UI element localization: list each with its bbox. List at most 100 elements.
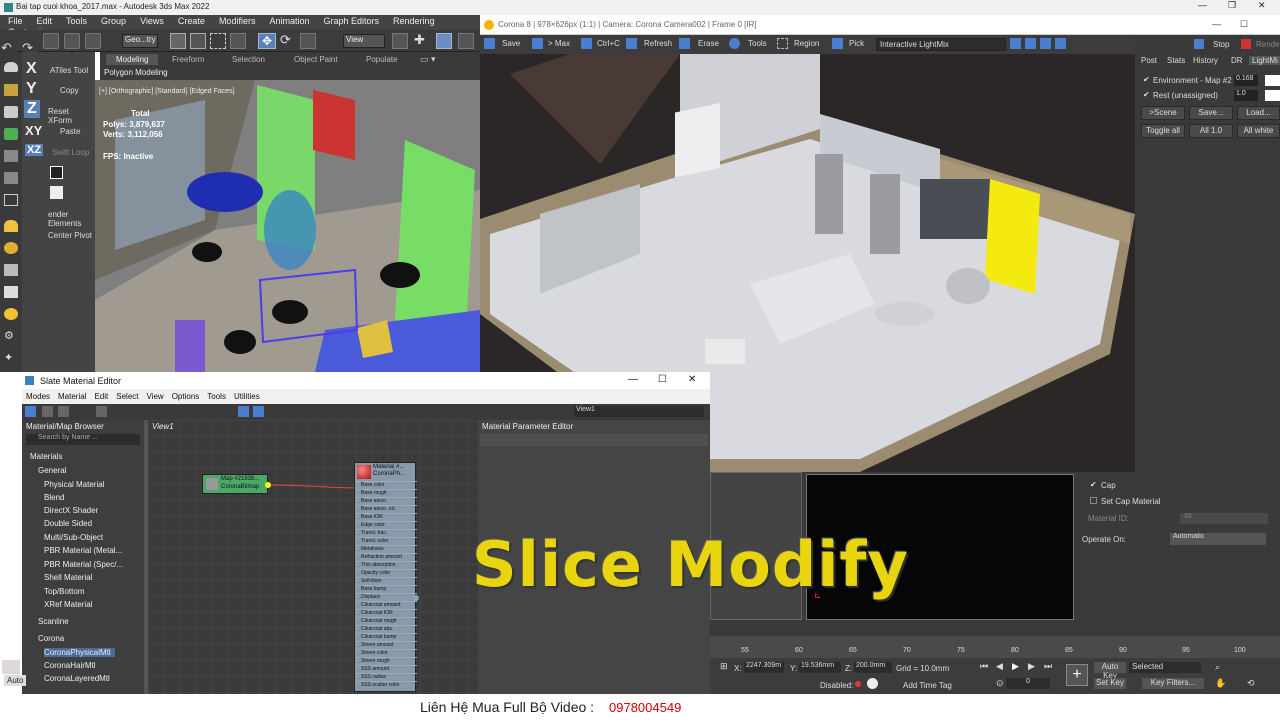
material-slot[interactable]: Sheen rough	[355, 657, 417, 665]
add-time-tag-label[interactable]: Add Time Tag	[903, 681, 952, 690]
slate-pick-icon[interactable]	[42, 406, 53, 417]
slate-menu-select[interactable]: Select	[112, 389, 142, 401]
list-item[interactable]: XRef Material	[44, 600, 92, 609]
pick-icon[interactable]	[832, 38, 843, 49]
zoom-1-1-icon[interactable]	[1055, 38, 1066, 49]
tab-post[interactable]: Post	[1141, 56, 1157, 65]
material-slot[interactable]: Clearcoat IOR	[355, 609, 417, 617]
material-output-socket[interactable]	[413, 595, 419, 601]
checkbox-square-icon[interactable]	[50, 166, 63, 179]
refresh-icon[interactable]	[626, 38, 637, 49]
set-cap-checkbox[interactable]	[1090, 497, 1097, 504]
vfb-refresh-button[interactable]: Refresh	[644, 39, 672, 48]
list-item[interactable]: Multi/Sub-Object	[44, 533, 103, 542]
menu-edit[interactable]: Edit	[29, 15, 59, 26]
vfb-tools-button[interactable]: Tools	[748, 39, 767, 48]
bitmap-output-socket[interactable]	[265, 482, 271, 488]
env-check-icon[interactable]: ✔	[1143, 75, 1150, 84]
camera-icon[interactable]	[4, 172, 18, 184]
material-slot[interactable]: Clearcoat rough	[355, 617, 417, 625]
menu-file[interactable]: File	[0, 15, 29, 26]
stop-icon[interactable]	[1194, 39, 1204, 49]
slate-menu-utilities[interactable]: Utilities	[230, 389, 264, 401]
bitmap-node[interactable]: Map #21838... CoronaBitmap	[202, 474, 271, 494]
selection-filter-dropdown[interactable]: Geo...try	[122, 34, 158, 48]
material-slot[interactable]: SSS scatter color	[355, 681, 417, 689]
menu-create[interactable]: Create	[170, 15, 211, 26]
list-item[interactable]: Shell Material	[44, 573, 92, 582]
menu-graph-editors[interactable]: Graph Editors	[315, 15, 385, 26]
ribbon-options-icon[interactable]: ▭ ▾	[420, 54, 436, 65]
perspective-viewport[interactable]: [+] [Orthographic] [Standard] [Edged Fac…	[95, 80, 480, 372]
vfb-minimize-icon[interactable]: —	[1212, 19, 1221, 29]
vfb-ctrlc-button[interactable]: Ctrl+C	[597, 39, 620, 48]
helper-icon[interactable]	[4, 194, 18, 206]
teapot-icon[interactable]	[4, 62, 18, 72]
zoom-in-icon[interactable]	[1010, 38, 1021, 49]
save-icon[interactable]	[484, 38, 495, 49]
select-by-name-icon[interactable]	[190, 33, 206, 49]
torus-icon[interactable]	[4, 242, 18, 254]
slate-delete-icon[interactable]	[96, 406, 107, 417]
list-item[interactable]: PBR Material (Metal...	[44, 546, 122, 555]
keyboard-shortcut-icon[interactable]	[436, 33, 452, 49]
material-id-field[interactable]: 10	[1180, 513, 1268, 524]
lightmix-save-button[interactable]: Save...	[1189, 106, 1233, 120]
material-slot[interactable]: Transl. color	[355, 537, 417, 545]
transform-mode-icon[interactable]: ⊞	[720, 661, 728, 672]
list-item[interactable]: Blend	[44, 493, 64, 502]
slate-menu-options[interactable]: Options	[168, 389, 204, 401]
center-pivot-button[interactable]: Center Pivot	[48, 231, 92, 240]
material-slot[interactable]: SSS radius	[355, 673, 417, 681]
select-object-icon[interactable]	[170, 33, 186, 49]
plane-icon[interactable]	[4, 128, 18, 140]
slate-menu-modes[interactable]: Modes	[22, 389, 54, 401]
menu-tools[interactable]: Tools	[58, 15, 93, 26]
cap-check-icon[interactable]: ✔	[1090, 480, 1097, 489]
minimize-icon[interactable]: —	[1198, 0, 1207, 10]
gear-icon[interactable]: ⚙	[4, 330, 18, 342]
slate-minimize-icon[interactable]: —	[628, 374, 638, 385]
menu-views[interactable]: Views	[132, 15, 170, 26]
z-coord-field[interactable]: 200.0mm	[854, 662, 892, 673]
vfb-region-button[interactable]: Region	[794, 39, 819, 48]
zoom-fit-icon[interactable]	[1040, 38, 1051, 49]
prev-frame-icon[interactable]: ◀	[996, 661, 1003, 672]
light-icon[interactable]	[4, 150, 18, 162]
axis-xz-letter[interactable]: XZ	[25, 144, 44, 156]
material-slot[interactable]: Base rough	[355, 489, 417, 497]
render-icon[interactable]	[1241, 39, 1251, 49]
scale-icon[interactable]	[300, 33, 316, 49]
region-icon[interactable]	[777, 38, 788, 49]
axis-z-letter[interactable]: Z	[24, 100, 40, 118]
zoom-out-icon[interactable]	[1025, 38, 1036, 49]
material-node[interactable]: Material #... CoronaPh... Base color Base…	[354, 462, 419, 692]
list-item[interactable]: DirectX Shader	[44, 506, 98, 515]
material-slot[interactable]: Thin absorption	[355, 561, 417, 569]
menu-rendering[interactable]: Rendering	[385, 15, 441, 26]
toggle-all-button[interactable]: Toggle all	[1141, 124, 1185, 138]
window-crossing-icon[interactable]	[230, 33, 246, 49]
scanline-header[interactable]: Scanline	[38, 617, 69, 626]
orbit-icon[interactable]: ⟲	[1247, 678, 1255, 689]
vfb-to-max-button[interactable]: > Max	[548, 39, 570, 48]
browser-search-input[interactable]: Search by Name ...	[26, 434, 140, 445]
rest-value[interactable]: 1.0	[1234, 90, 1258, 101]
box-icon[interactable]	[4, 84, 18, 96]
list-item[interactable]: Double Sided	[44, 519, 92, 528]
viewport-label[interactable]: [+] [Orthographic] [Standard] [Edged Fac…	[99, 88, 235, 95]
tab-dr[interactable]: DR	[1231, 56, 1243, 65]
set-key-button[interactable]: Set Key	[1094, 678, 1126, 689]
paste-button[interactable]: Paste	[60, 127, 80, 136]
lightmix-dropdown[interactable]: Interactive LightMix	[876, 38, 1006, 51]
set-key-icon[interactable]: +	[1066, 664, 1088, 686]
time-tag-icon[interactable]	[867, 678, 878, 689]
list-item[interactable]: CoronaLayeredMtl	[44, 674, 110, 683]
geosphere-icon[interactable]	[4, 308, 18, 320]
material-slot[interactable]: Metalness	[355, 545, 417, 553]
select-manipulate-icon[interactable]: ✚	[414, 33, 430, 49]
list-item[interactable]: CoronaHairMtl	[44, 661, 96, 670]
sphere-icon[interactable]	[4, 106, 18, 118]
node-view[interactable]: View1 Map #21838... CoronaBitmap Materia…	[148, 420, 478, 698]
slate-menu-tools[interactable]: Tools	[203, 389, 230, 401]
